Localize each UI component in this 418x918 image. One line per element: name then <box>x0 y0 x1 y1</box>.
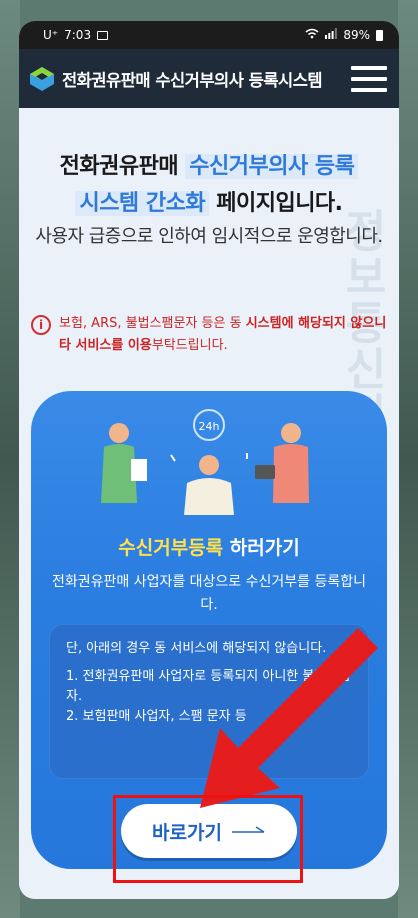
headline-part1: 전화권유판매 <box>59 154 179 179</box>
people-illustration-icon: 24h <box>101 409 309 515</box>
card-description: 전화권유판매 사업자를 대상으로 수신거부를 등록합니다. <box>51 574 367 613</box>
battery-icon <box>376 29 383 41</box>
headline-part4: 페이지입니다. <box>216 191 343 216</box>
carrier-label: U⁺ <box>43 28 59 42</box>
background-left <box>0 0 20 918</box>
badge-24h: 24h <box>199 420 220 433</box>
logo-icon[interactable] <box>29 66 55 92</box>
menu-icon[interactable] <box>351 65 387 92</box>
gallery-icon <box>97 30 109 40</box>
clock: 7:03 <box>64 28 92 42</box>
headline-highlight1: 수신거부의사 등록 <box>185 154 359 179</box>
warning-text: 보험, ARS, 불법스팸문자 등은 동 시스템에 해당되지 않으니 타 서비스… <box>59 313 389 357</box>
warning-notice: i 보험, ARS, 불법스팸문자 등은 동 시스템에 해당되지 않으니 타 서… <box>31 313 389 357</box>
signal-icon <box>325 28 338 42</box>
card-title-highlight: 수신거부등록 <box>118 537 224 559</box>
warning-text-part1: 보험, ARS, 불법스팸문자 등은 동 <box>59 316 242 331</box>
arrow-right-icon <box>231 826 265 833</box>
app-title[interactable]: 전화권유판매 수신거부의사 등록시스템 <box>62 67 351 91</box>
battery-level: 89% <box>343 28 370 42</box>
status-bar: U⁺ 7:03 89% <box>19 21 399 49</box>
card-title: 수신거부등록 하러가기 <box>31 533 387 560</box>
info-icon: i <box>31 315 51 335</box>
background-right <box>398 0 418 918</box>
go-button-label: 바로가기 <box>152 821 222 844</box>
annotation-arrow-icon <box>200 628 378 808</box>
page-headline: 전화권유판매 수신거부의사 등록 시스템 간소화 페이지입니다. <box>19 148 399 222</box>
app-header: 전화권유판매 수신거부의사 등록시스템 <box>19 49 399 108</box>
card-title-rest: 하러가기 <box>223 537 300 559</box>
headline-highlight2: 시스템 간소화 <box>75 191 210 216</box>
warning-text-part2: 부탁드립니다. <box>151 338 228 353</box>
wifi-icon <box>305 28 319 42</box>
operation-notice: 사용자 급증으로 인하여 임시적으로 운영합니다. <box>35 226 383 247</box>
